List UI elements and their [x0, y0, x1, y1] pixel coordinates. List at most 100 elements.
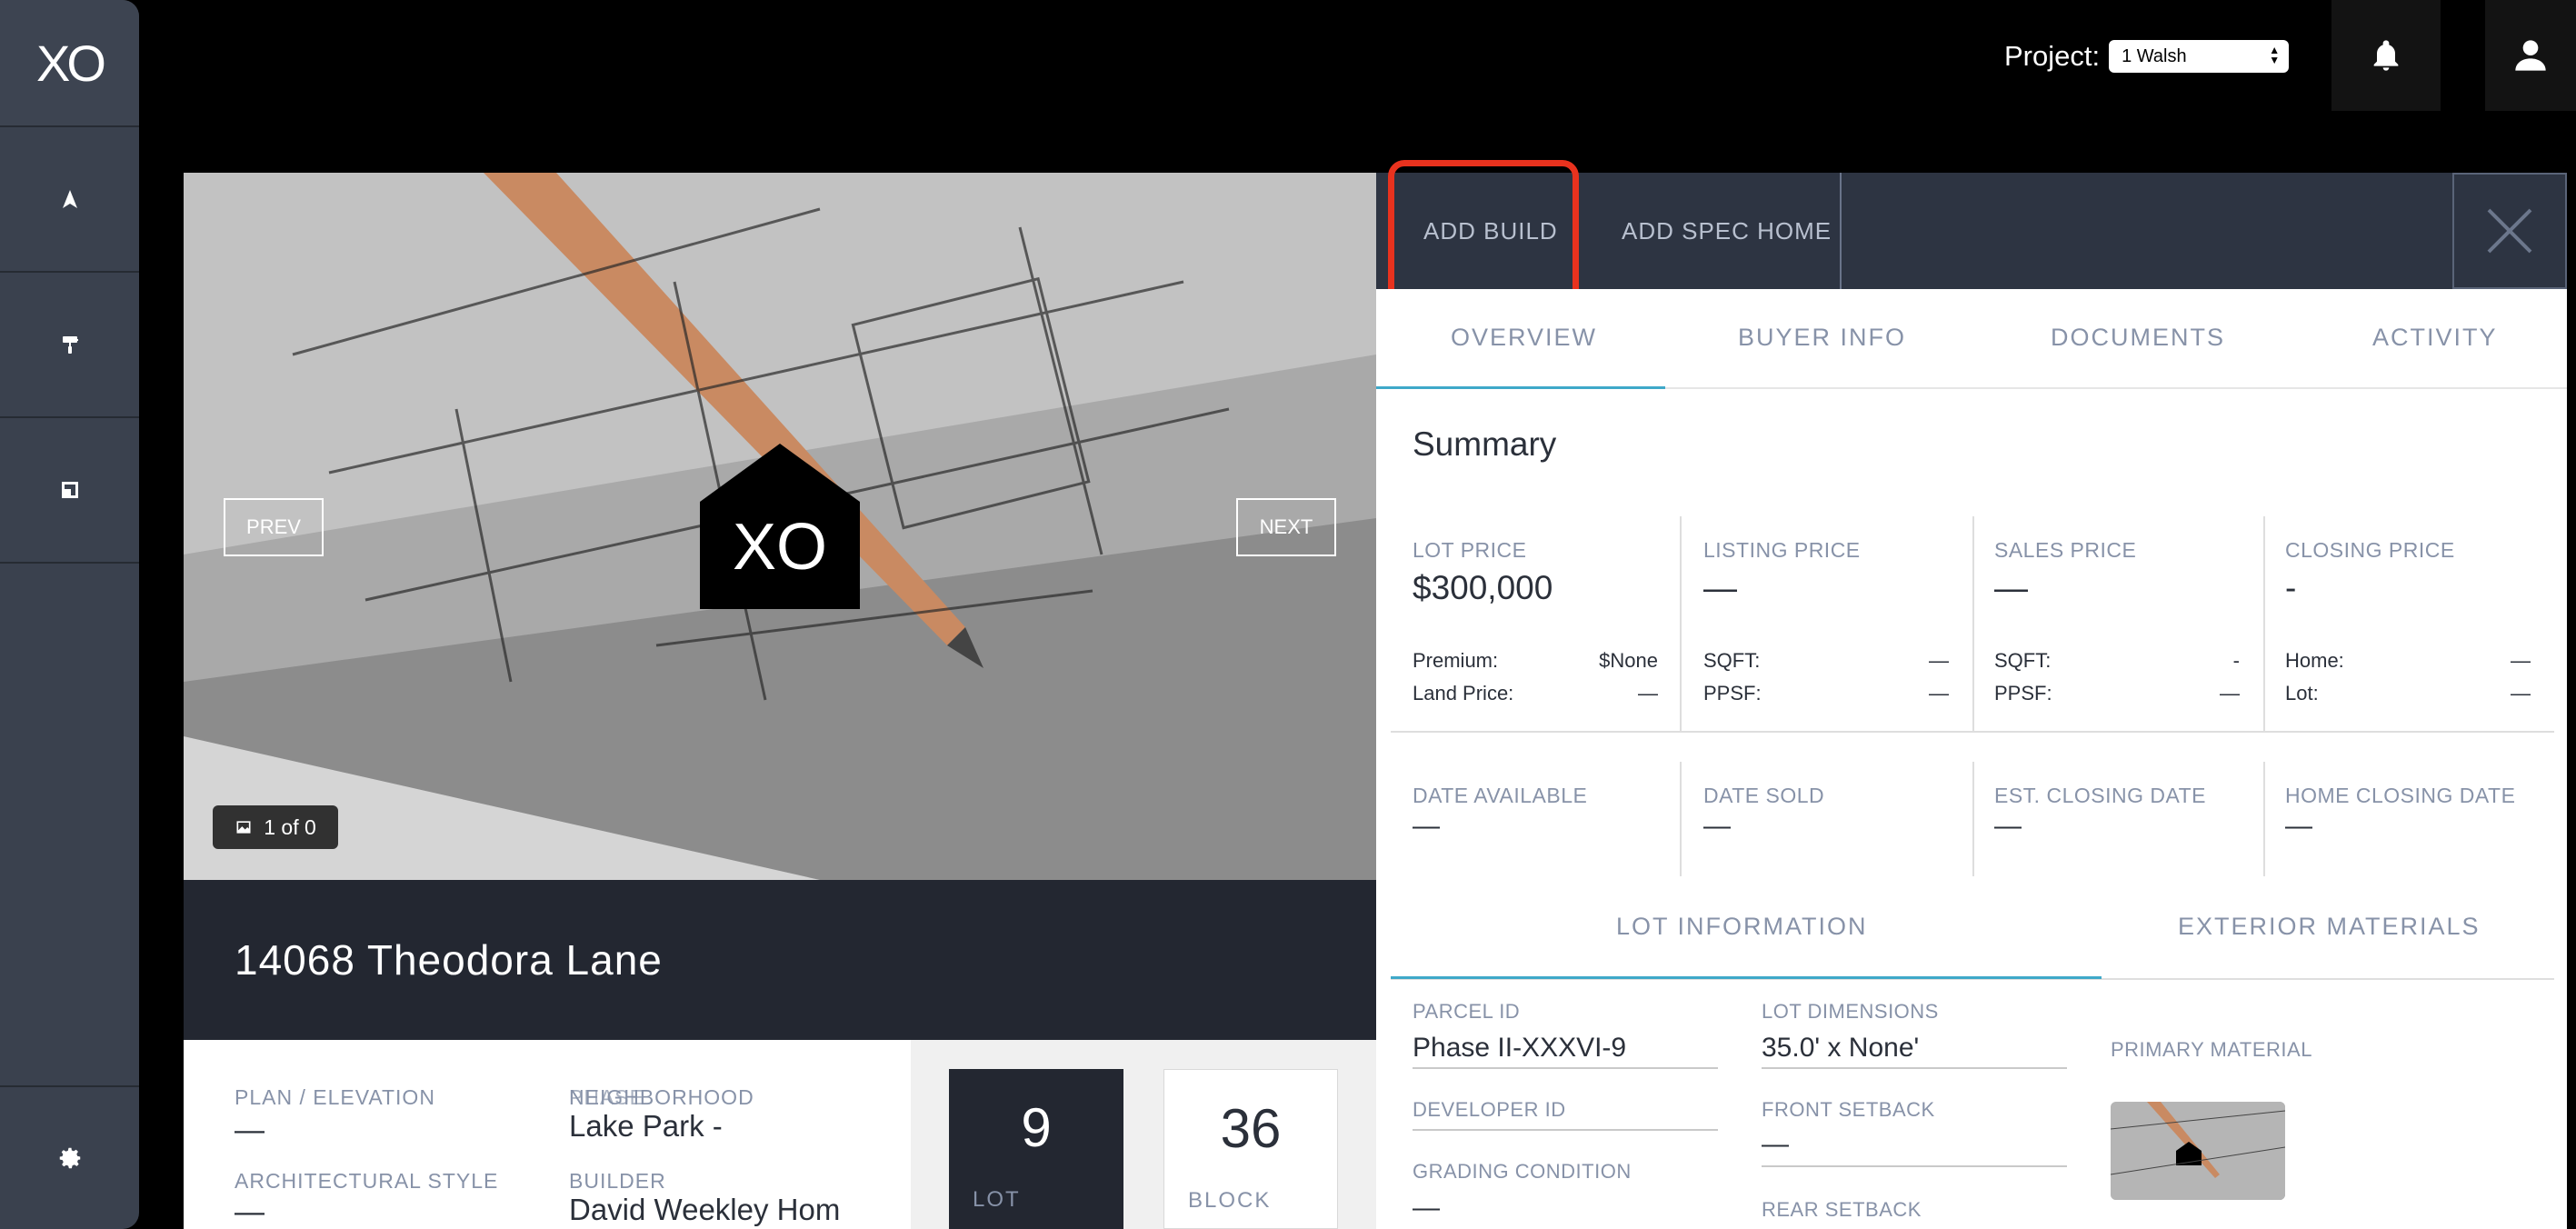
parcel-id-value: Phase II-XXXVI-9	[1413, 1033, 1627, 1063]
date-sold-value: —	[1703, 811, 1731, 841]
bell-icon	[2373, 40, 2399, 71]
floorplan-icon	[61, 482, 78, 498]
photo-counter: 1 of 0	[213, 805, 338, 849]
rear-setback-label: REAR SETBACK	[1762, 1198, 1922, 1221]
listing-sqft-label: SQFT:	[1703, 649, 1761, 672]
prev-button[interactable]: PREV	[224, 498, 324, 556]
project-select[interactable]: 1 Walsh ▲ ▼	[2109, 40, 2290, 73]
front-setback-value: —	[1762, 1129, 1789, 1159]
tab-lot-information[interactable]: LOT INFORMATION	[1616, 913, 1868, 941]
grading-condition-value: —	[1413, 1193, 1440, 1223]
project-selector: Project: 1 Walsh ▲ ▼	[2004, 40, 2290, 73]
developer-id-label: DEVELOPER ID	[1413, 1098, 1566, 1121]
grid-divider	[1680, 762, 1682, 876]
premium-value: $None	[1599, 649, 1658, 672]
grid-divider	[1972, 516, 1974, 733]
home-closing-date-value: —	[2285, 811, 2312, 841]
premium-label: Premium:	[1413, 649, 1499, 672]
property-details: PLAN / ELEVATION — PHASE NEIGHBORHOOD La…	[184, 1040, 911, 1229]
close-icon	[2487, 208, 2532, 254]
front-setback-label: FRONT SETBACK	[1762, 1098, 1935, 1121]
gear-icon	[59, 1147, 80, 1169]
grid-divider	[2263, 516, 2265, 733]
add-build-highlight	[1388, 160, 1579, 307]
closing-price-value: -	[2285, 569, 2297, 606]
sales-price-label: SALES PRICE	[1994, 538, 2137, 562]
tab-documents[interactable]: DOCUMENTS	[2051, 324, 2225, 352]
block-number: 36	[1220, 1098, 1282, 1159]
blueprint-thumbnail-image	[2111, 1102, 2285, 1200]
sales-sqft-label: SQFT:	[1994, 649, 2052, 672]
architectural-style-value: —	[235, 1194, 265, 1228]
date-available-label: DATE AVAILABLE	[1413, 784, 1588, 807]
lot-price-value: $300,000	[1413, 569, 1553, 606]
closing-home-label: Home:	[2285, 649, 2344, 672]
date-sold-label: DATE SOLD	[1703, 784, 1825, 807]
sales-price-value: —	[1994, 569, 2028, 606]
home-closing-date-label: HOME CLOSING DATE	[2285, 784, 2516, 807]
xo-home-badge: XO	[700, 444, 860, 609]
grid-divider	[1972, 762, 1974, 876]
lot-number: 9	[1021, 1097, 1052, 1158]
property-address: 14068 Theodora Lane	[235, 936, 663, 984]
image-icon	[236, 821, 251, 834]
lot-price-label: LOT PRICE	[1413, 538, 1527, 562]
est-closing-date-value: —	[1994, 811, 2022, 841]
lot-label: LOT	[973, 1187, 1021, 1212]
neighborhood-value: Lake Park -	[569, 1109, 723, 1143]
grid-divider	[1391, 731, 2554, 733]
notifications-button[interactable]	[2331, 0, 2441, 111]
active-tab-indicator	[1376, 386, 1665, 389]
sidebar: XO	[0, 0, 139, 1229]
select-arrows-icon: ▲ ▼	[2269, 44, 2281, 66]
neighborhood-label: NEIGHBORHOOD	[569, 1085, 754, 1109]
sidebar-item-settings[interactable]	[0, 1085, 139, 1229]
architectural-style-label: ARCHITECTURAL STYLE	[235, 1169, 499, 1193]
closing-lot-label: Lot:	[2285, 682, 2319, 704]
plan-elevation-value: —	[235, 1113, 265, 1146]
tab-exterior-materials[interactable]: EXTERIOR MATERIALS	[2178, 913, 2481, 941]
closing-lot-value: —	[2511, 682, 2531, 704]
logo[interactable]: XO	[0, 0, 139, 127]
project-select-value: 1 Walsh	[2122, 45, 2187, 66]
property-panel: OVERVIEW BUYER INFO DOCUMENTS ACTIVITY S…	[1376, 289, 2567, 1229]
tab-buyer-info[interactable]: BUYER INFO	[1738, 324, 1906, 352]
paint-roller-icon	[62, 336, 78, 354]
close-button[interactable]	[2452, 173, 2567, 289]
lot-box: 9 LOT	[949, 1069, 1123, 1229]
user-menu-button[interactable]	[2485, 0, 2576, 111]
parcel-id-underline	[1413, 1067, 1718, 1069]
header-divider	[1840, 173, 1842, 289]
est-closing-date-label: EST. CLOSING DATE	[1994, 784, 2207, 807]
land-price-label: Land Price:	[1413, 682, 1514, 704]
sidebar-item-navigate[interactable]	[0, 127, 139, 273]
listing-ppsf-label: PPSF:	[1703, 682, 1762, 704]
primary-material-label: PRIMARY MATERIAL	[2111, 1038, 2312, 1061]
add-spec-home-button[interactable]: ADD SPEC HOME	[1622, 173, 1832, 289]
sales-sqft-value: -	[2232, 649, 2240, 672]
tab-activity[interactable]: ACTIVITY	[2372, 324, 2498, 352]
developer-id-underline	[1413, 1129, 1718, 1131]
sidebar-item-design[interactable]	[0, 273, 139, 418]
next-button[interactable]: NEXT	[1236, 498, 1336, 556]
listing-price-value: —	[1703, 569, 1737, 606]
listing-ppsf-value: —	[1929, 682, 1949, 704]
xo-badge-text: XO	[733, 511, 827, 584]
primary-material-thumbnail[interactable]	[2111, 1102, 2285, 1200]
grid-divider	[1680, 516, 1682, 733]
front-setback-underline	[1762, 1165, 2067, 1167]
sidebar-item-floorplan[interactable]	[0, 418, 139, 564]
builder-label: BUILDER	[569, 1169, 666, 1193]
photo-counter-text: 1 of 0	[264, 814, 316, 839]
lot-dimensions-underline	[1762, 1067, 2067, 1069]
active-subtab-indicator	[1391, 976, 2102, 979]
plan-elevation-label: PLAN / ELEVATION	[235, 1085, 435, 1109]
grading-condition-label: GRADING CONDITION	[1413, 1160, 1632, 1183]
sales-ppsf-value: —	[2220, 682, 2240, 704]
block-box: 36 BLOCK	[1163, 1069, 1338, 1229]
tab-overview[interactable]: OVERVIEW	[1451, 324, 1597, 352]
closing-home-value: —	[2511, 649, 2531, 672]
listing-price-label: LISTING PRICE	[1703, 538, 1861, 562]
lot-dimensions-value: 35.0' x None'	[1762, 1033, 1920, 1063]
listing-sqft-value: —	[1929, 649, 1949, 672]
